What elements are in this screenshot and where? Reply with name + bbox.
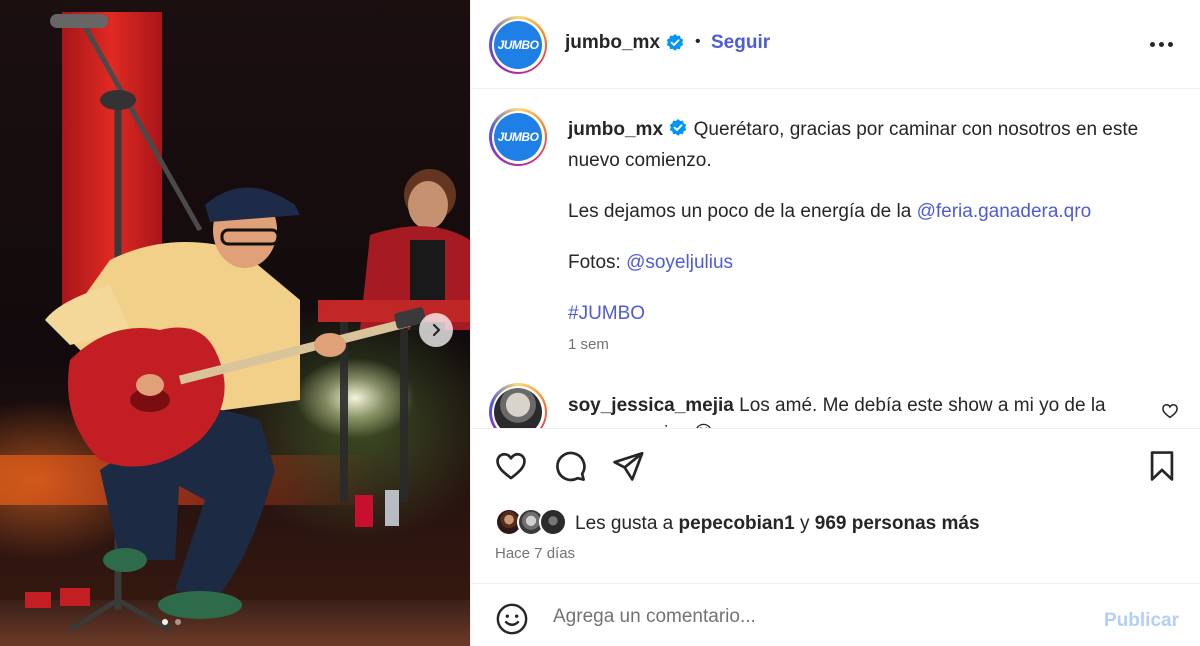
more-options-icon[interactable] xyxy=(1143,34,1179,54)
commenter-username[interactable]: soy_jessica_mejia xyxy=(568,395,734,416)
caption-username[interactable]: jumbo_mx xyxy=(568,119,663,140)
add-comment-bar: Publicar xyxy=(471,583,1200,646)
emoji-smile-icon[interactable] xyxy=(495,602,529,641)
mention-feria-link[interactable]: @feria.ganadera.qro xyxy=(917,201,1092,222)
likes-prefix: Les gusta a xyxy=(575,513,679,534)
hashtag-link[interactable]: #JUMBO xyxy=(568,303,645,324)
caption-author-avatar[interactable]: JUMBO xyxy=(489,108,547,166)
bookmark-icon[interactable] xyxy=(1145,449,1179,488)
caption-line-3: Fotos: xyxy=(568,252,627,273)
liker-username[interactable]: pepecobian1 xyxy=(679,513,795,534)
likes-summary: Les gusta a pepecobian1 y 969 personas m… xyxy=(575,513,980,535)
follow-button[interactable]: Seguir xyxy=(711,32,770,54)
commenter-avatar[interactable] xyxy=(489,383,547,428)
caption-timestamp[interactable]: 1 sem xyxy=(568,336,609,353)
caption-line-2: Les dejamos un poco de la energía de la xyxy=(568,201,917,222)
post-timestamp[interactable]: Hace 7 días xyxy=(495,545,575,562)
post-actions: Les gusta a pepecobian1 y 969 personas m… xyxy=(471,428,1200,583)
likes-connector: y xyxy=(794,513,815,534)
verified-badge-icon xyxy=(668,118,688,147)
chevron-right-icon xyxy=(432,323,441,337)
author-username[interactable]: jumbo_mx xyxy=(565,32,660,54)
post-header: JUMBO jumbo_mx • Seguir xyxy=(471,0,1200,89)
post-details-panel: JUMBO jumbo_mx • Seguir JUMBO jumbo_mx Q… xyxy=(470,0,1200,646)
avatar-logo-text: JUMBO xyxy=(494,113,542,161)
separator-dot: • xyxy=(695,33,701,50)
next-photo-button[interactable] xyxy=(419,313,453,347)
avatar-logo-text: JUMBO xyxy=(494,21,542,69)
comment-bubble-icon[interactable] xyxy=(553,449,587,488)
mention-photographer-link[interactable]: @soyeljulius xyxy=(626,252,733,273)
likers-avatars[interactable] xyxy=(495,508,571,538)
concert-scene xyxy=(25,14,470,633)
comment-item: soy_jessica_mejia Los amé. Me debía este… xyxy=(568,392,1158,428)
likes-count[interactable]: 969 personas más xyxy=(815,513,980,534)
caption-text: jumbo_mx Querétaro, gracias por caminar … xyxy=(568,116,1158,328)
comment-like-heart-icon[interactable] xyxy=(1161,402,1179,425)
comment-input[interactable] xyxy=(553,604,1073,630)
verified-badge-icon xyxy=(665,33,685,53)
liker-avatar xyxy=(539,508,567,536)
author-avatar[interactable]: JUMBO xyxy=(489,16,547,74)
post-photo[interactable] xyxy=(0,0,470,646)
publish-button[interactable]: Publicar xyxy=(1104,610,1179,632)
paper-plane-icon[interactable] xyxy=(611,449,645,488)
caption-section: JUMBO jumbo_mx Querétaro, gracias por ca… xyxy=(471,90,1200,428)
heart-icon[interactable] xyxy=(494,449,528,488)
